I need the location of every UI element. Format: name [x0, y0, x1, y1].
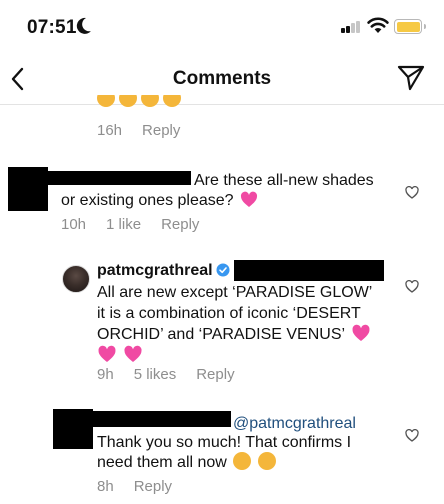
comment-header: patmcgrathreal [97, 262, 230, 280]
comment-time: 9h [97, 366, 114, 383]
emoji-face [141, 95, 159, 107]
comment-line: ORCHID’ and ‘PARADISE VENUS’ [97, 324, 372, 345]
redacted-avatar [8, 167, 48, 211]
heart-eyes-emoji [257, 452, 276, 470]
username[interactable]: patmcgrathreal [97, 262, 213, 279]
emoji-row [97, 345, 372, 367]
sparkling-heart-emoji [124, 345, 142, 362]
comment-line: All are new except ‘PARADISE GLOW’ [97, 284, 373, 301]
emoji-face [163, 95, 181, 107]
verified-badge-icon [216, 263, 230, 277]
mention-link[interactable]: @patmcgrathreal [233, 413, 356, 434]
likes-count[interactable]: 1 like [106, 216, 141, 233]
send-direct-icon[interactable] [397, 65, 425, 91]
redacted-mention [234, 260, 384, 281]
likes-count[interactable]: 5 likes [134, 366, 177, 383]
partial-emoji-row [97, 95, 187, 107]
redacted-avatar [53, 409, 93, 449]
avatar[interactable] [62, 265, 90, 293]
cellular-signal-icon [341, 20, 363, 33]
comment-meta: 8h Reply [97, 478, 192, 495]
moon-icon [76, 17, 91, 34]
reply-button[interactable]: Reply [196, 366, 234, 383]
emoji-face [119, 95, 137, 107]
comment-text-line2: need them all now [97, 452, 276, 473]
comment-time: 8h [97, 478, 114, 495]
header-divider [0, 104, 444, 105]
comment-time: 10h [61, 216, 87, 233]
comment-meta: 10h 1 like Reply [61, 216, 219, 233]
heart-icon[interactable] [405, 186, 419, 199]
emoji-face [97, 95, 115, 107]
heart-icon[interactable] [405, 429, 419, 442]
comment-meta: 9h 5 likes Reply [97, 366, 255, 383]
reply-button[interactable]: Reply [142, 122, 180, 139]
sparkling-heart-emoji [240, 191, 258, 207]
redacted-username [48, 171, 191, 185]
comment-time: 16h [97, 122, 123, 139]
heart-icon[interactable] [405, 280, 419, 293]
comment-text: Thank you so much! That confirms I [97, 434, 352, 451]
sparkling-heart-emoji [98, 345, 116, 362]
reply-button[interactable]: Reply [161, 216, 199, 233]
sparkling-heart-emoji [352, 324, 370, 341]
laughing-emoji [233, 452, 252, 470]
page-title: Comments [172, 68, 272, 89]
battery-icon [394, 19, 426, 34]
comment-text: Are these all-new shades [194, 172, 374, 189]
wifi-icon [367, 17, 389, 33]
comment-meta: 16h Reply [97, 122, 200, 139]
status-time: 07:51 [27, 17, 77, 38]
redacted-username [93, 411, 231, 427]
comment-line: it is a combination of iconic ‘DESERT [97, 305, 361, 322]
comment-text-line2: or existing ones please? [61, 190, 258, 211]
comment-body: All are new except ‘PARADISE GLOW’ it is… [97, 282, 372, 367]
reply-button[interactable]: Reply [134, 478, 172, 495]
